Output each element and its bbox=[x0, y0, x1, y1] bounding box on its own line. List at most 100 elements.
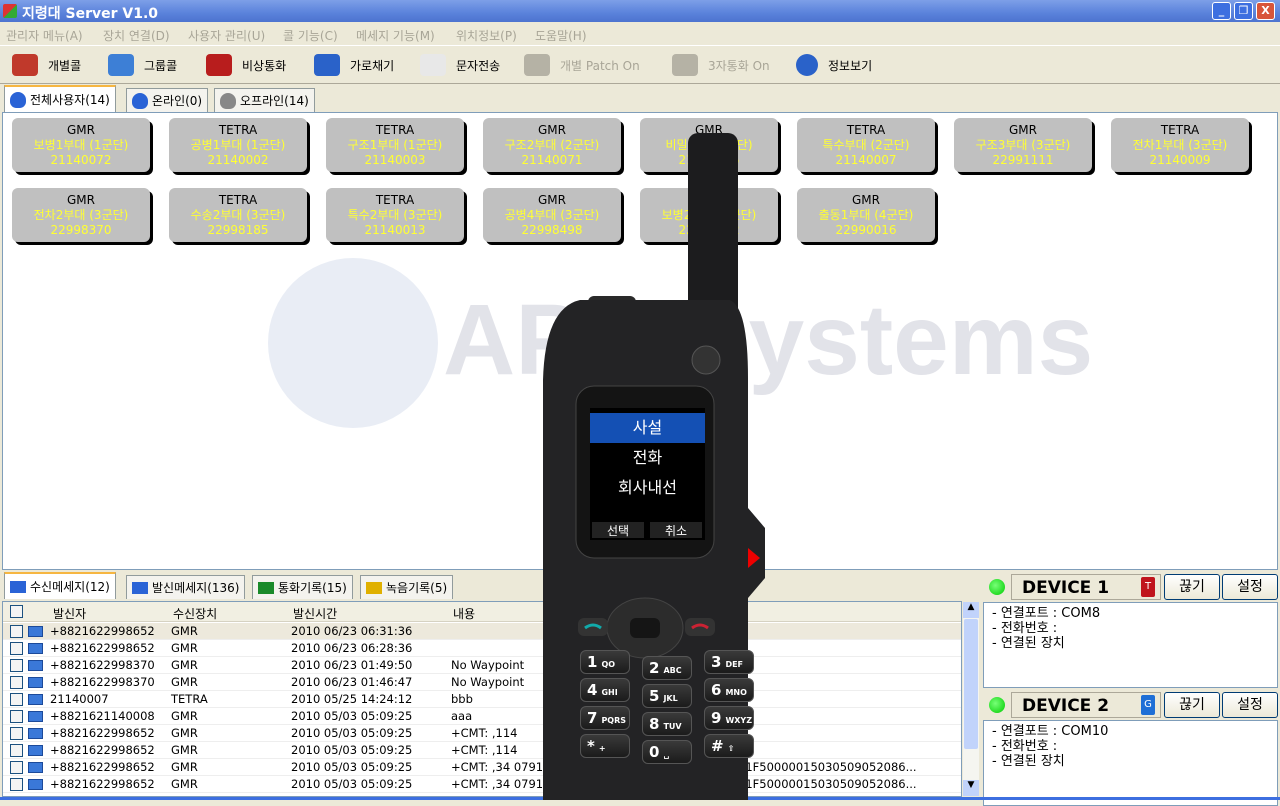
cell-time: 2010 05/03 05:09:25 bbox=[291, 777, 413, 791]
menu-item[interactable]: 관리자 메뉴(A) bbox=[6, 27, 83, 44]
toolbar-button[interactable]: 가로채기 bbox=[314, 54, 394, 76]
settings-button[interactable]: 설정 bbox=[1222, 692, 1278, 718]
tab-messages[interactable]: 녹음기록(5) bbox=[360, 575, 454, 599]
user-card[interactable]: TETRA 특수2부대 (3군단) 21140013 bbox=[326, 188, 464, 242]
device-header: DEVICE 2 G 끊기 설정 bbox=[981, 690, 1280, 720]
minimize-button[interactable]: _ bbox=[1212, 2, 1231, 20]
table-row[interactable]: +8821622998370 GMR 2010 06/23 01:46:47 No W… bbox=[3, 674, 961, 691]
menu-item[interactable]: 메세지 기능(M) bbox=[356, 27, 435, 44]
table-row[interactable]: +8821622998652 GMR 2010 06/23 06:28:36 bbox=[3, 640, 961, 657]
keypad-key[interactable]: 7 PQRS bbox=[580, 706, 630, 730]
keypad-key[interactable]: 2 ABC bbox=[642, 656, 692, 680]
row-checkbox[interactable] bbox=[10, 744, 23, 757]
table-row[interactable]: +8821622998652 GMR 2010 06/23 06:31:36 bbox=[3, 623, 961, 640]
key-digit: 8 bbox=[649, 715, 660, 733]
user-card[interactable]: TETRA 공병1부대 (1군단) 21140002 bbox=[169, 118, 307, 172]
row-checkbox[interactable] bbox=[10, 659, 23, 672]
cell-time: 2010 05/03 05:09:25 bbox=[291, 726, 413, 740]
toolbar-button[interactable]: 3자통화 On bbox=[672, 54, 770, 76]
disconnect-button[interactable]: 끊기 bbox=[1164, 692, 1220, 718]
settings-button[interactable]: 설정 bbox=[1222, 574, 1278, 600]
cell-sender: 21140007 bbox=[50, 692, 109, 706]
user-card[interactable]: GMR 전차2부대 (3군단) 22998370 bbox=[12, 188, 150, 242]
menu-item[interactable]: 장치 연결(D) bbox=[103, 27, 170, 44]
scroll-thumb[interactable] bbox=[964, 619, 978, 749]
keypad-key[interactable]: 6 MNO bbox=[704, 678, 754, 702]
toolbar-button[interactable]: 그룹콜 bbox=[108, 54, 177, 76]
tab-users[interactable]: 전체사용자(14) bbox=[4, 85, 116, 112]
menu-bar: 관리자 메뉴(A) 장치 연결(D) 사용자 관리(U) 콜 기능(C) 메세지 기능(… bbox=[0, 22, 1280, 46]
user-type: GMR bbox=[852, 193, 880, 207]
table-row[interactable]: +8821622998370 GMR 2010 06/23 01:49:50 No W… bbox=[3, 657, 961, 674]
user-card[interactable]: TETRA 전차1부대 (3군단) 21140009 bbox=[1111, 118, 1249, 172]
tab-messages[interactable]: 통화기록(15) bbox=[252, 575, 353, 599]
phone-menu-item[interactable]: 회사내선 bbox=[590, 473, 705, 503]
tab-messages[interactable]: 발신메세지(136) bbox=[126, 575, 246, 599]
keypad-key[interactable]: 0 ␣ bbox=[642, 740, 692, 764]
toolbar-button[interactable]: 개별 Patch On bbox=[524, 54, 640, 76]
phone-menu-item[interactable]: 사설 bbox=[590, 413, 705, 443]
tab-messages[interactable]: 수신메세지(12) bbox=[4, 572, 116, 599]
user-card[interactable]: GMR 보병1부대 (1군단) 21140072 bbox=[12, 118, 150, 172]
keypad-key[interactable]: 5 JKL bbox=[642, 684, 692, 708]
user-id: 22990016 bbox=[835, 223, 897, 237]
table-row[interactable]: +8821622998652 GMR 2010 05/03 05:09:25 +CMT… bbox=[3, 759, 961, 776]
menu-item[interactable]: 도움말(H) bbox=[535, 27, 587, 44]
column-sender[interactable]: 발신자 bbox=[53, 605, 86, 622]
toolbar-button[interactable]: 정보보기 bbox=[796, 54, 872, 76]
cell-time: 2010 06/23 01:46:47 bbox=[291, 675, 413, 689]
key-letters: TUV bbox=[663, 722, 682, 731]
user-card[interactable]: TETRA 구조1부대 (1군단) 21140003 bbox=[326, 118, 464, 172]
cell-device: GMR bbox=[171, 641, 198, 655]
row-checkbox[interactable] bbox=[10, 642, 23, 655]
user-card[interactable]: GMR 구조3부대 (3군단) 22991111 bbox=[954, 118, 1092, 172]
menu-item[interactable]: 콜 기능(C) bbox=[283, 27, 338, 44]
row-checkbox[interactable] bbox=[10, 761, 23, 774]
table-row[interactable]: +8821622998652 GMR 2010 05/03 05:09:25 +CMT… bbox=[3, 742, 961, 759]
close-button[interactable]: X bbox=[1256, 2, 1275, 20]
user-card[interactable]: GMR 출동1부대 (4군단) 22990016 bbox=[797, 188, 935, 242]
envelope-icon bbox=[28, 762, 43, 773]
row-checkbox[interactable] bbox=[10, 778, 23, 791]
user-card[interactable]: TETRA 수송2부대 (3군단) 22998185 bbox=[169, 188, 307, 242]
softkey-cancel[interactable]: 취소 bbox=[650, 522, 702, 538]
keypad-key[interactable]: 8 TUV bbox=[642, 712, 692, 736]
table-scrollbar[interactable]: ▲ ▼ bbox=[963, 602, 979, 796]
row-checkbox[interactable] bbox=[10, 693, 23, 706]
keypad-key[interactable]: 3 DEF bbox=[704, 650, 754, 674]
table-row[interactable]: +8821621140008 GMR 2010 05/03 05:09:25 aaa bbox=[3, 708, 961, 725]
table-row[interactable]: +8821622998652 GMR 2010 05/03 05:09:25 +CMT… bbox=[3, 776, 961, 793]
column-content[interactable]: 내용 bbox=[453, 605, 475, 622]
toolbar-button[interactable]: 비상통화 bbox=[206, 54, 286, 76]
row-checkbox[interactable] bbox=[10, 710, 23, 723]
keypad-key[interactable]: 9 WXYZ bbox=[704, 706, 754, 730]
phone-menu-item[interactable]: 전화 bbox=[590, 443, 705, 473]
row-checkbox[interactable] bbox=[10, 727, 23, 740]
menu-item[interactable]: 사용자 관리(U) bbox=[188, 27, 265, 44]
keypad-key[interactable]: 4 GHI bbox=[580, 678, 630, 702]
tab-label: 온라인(0) bbox=[152, 94, 203, 108]
column-time[interactable]: 발신시간 bbox=[293, 605, 337, 622]
keypad-key[interactable]: 1 QO bbox=[580, 650, 630, 674]
row-checkbox[interactable] bbox=[10, 676, 23, 689]
conference-icon bbox=[672, 54, 698, 76]
toolbar-button[interactable]: 개별콜 bbox=[12, 54, 81, 76]
row-checkbox[interactable] bbox=[10, 625, 23, 638]
menu-item[interactable]: 위치정보(P) bbox=[456, 27, 517, 44]
select-all-checkbox[interactable] bbox=[10, 605, 23, 618]
maximize-button[interactable]: ❐ bbox=[1234, 2, 1253, 20]
scroll-down-icon[interactable]: ▼ bbox=[963, 780, 979, 796]
table-row[interactable]: 21140007 TETRA 2010 05/25 14:24:12 bbb bbox=[3, 691, 961, 708]
keypad-key[interactable]: * + bbox=[580, 734, 630, 758]
column-device[interactable]: 수신장치 bbox=[173, 605, 217, 622]
tab-users[interactable]: 온라인(0) bbox=[126, 88, 209, 112]
softkey-select[interactable]: 선택 bbox=[592, 522, 644, 538]
user-card[interactable]: TETRA 특수부대 (2군단) 21140007 bbox=[797, 118, 935, 172]
device-name-label: DEVICE 2 bbox=[1022, 696, 1110, 716]
keypad-key[interactable]: # ⇧ bbox=[704, 734, 754, 758]
tab-users[interactable]: 오프라인(14) bbox=[214, 88, 315, 112]
table-row[interactable]: +8821622998652 GMR 2010 05/03 05:09:25 +CMT… bbox=[3, 725, 961, 742]
toolbar-button[interactable]: 문자전송 bbox=[420, 54, 500, 76]
disconnect-button[interactable]: 끊기 bbox=[1164, 574, 1220, 600]
scroll-up-icon[interactable]: ▲ bbox=[963, 602, 979, 618]
